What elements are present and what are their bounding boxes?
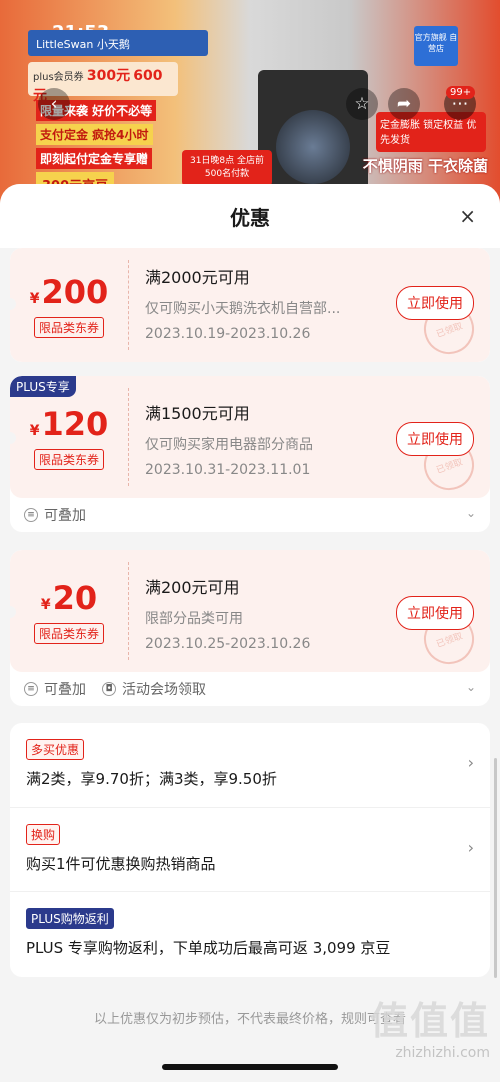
favorite-button[interactable]: ☆ — [346, 88, 378, 120]
coupon-amount: ¥200 — [30, 273, 109, 311]
stack-icon: ≡ — [24, 508, 38, 522]
use-now-button[interactable]: 立即使用 — [396, 596, 474, 630]
coupon-scope: 仅可购买小天鹅洗衣机自营部... — [145, 301, 341, 317]
promo-line-2: 支付定金 疯抢4小时 — [36, 124, 153, 145]
use-now-button[interactable]: 立即使用 — [396, 286, 474, 320]
event-badge: 31日晚8点 全店前500名付款 — [182, 150, 272, 186]
coupon-footer[interactable]: ≡ 可叠加 ⌄ — [10, 498, 490, 532]
offers-sheet: 优惠 × ¥200 限品类东券 满2000元可用 仅可购买小天鹅洗衣机自营部..… — [0, 184, 500, 1082]
promotion-tag: 多买优惠 — [26, 739, 85, 760]
promotion-item: PLUS购物返利 PLUS 专享购物返利，下单成功后最高可返 3,099 京豆 — [10, 891, 490, 975]
coupon-card: ¥200 限品类东券 满2000元可用 仅可购买小天鹅洗衣机自营部... 202… — [10, 248, 490, 362]
coupon-amount-value: 200 — [41, 272, 109, 311]
promo-line-3: 即刻起付定金专享赠 — [36, 148, 153, 169]
coupon-scope: 限部分品类可用 — [145, 611, 243, 627]
promotion-item[interactable]: 多买优惠 满2类，享9.70折；满3类，享9.50折 › — [10, 723, 490, 807]
chevron-left-icon: ‹ — [50, 94, 58, 114]
watermark-site: zhizhizhi.com — [395, 1045, 490, 1061]
stackable-tag: ≡ 可叠加 — [24, 679, 86, 699]
coupon-amount: ¥20 — [41, 579, 97, 617]
coupon-amount-value: 120 — [41, 404, 109, 443]
yen-symbol: ¥ — [40, 596, 51, 613]
deposit-badge: 定金膨胀 锁定权益 优先发货 — [376, 112, 486, 152]
coupon-amount: ¥120 — [30, 405, 109, 443]
star-icon: ☆ — [354, 94, 370, 114]
promotion-text: PLUS 专享购物返利，下单成功后最高可返 3,099 京豆 — [26, 939, 391, 957]
venue-icon: ◘ — [102, 682, 116, 696]
share-icon: ➦ — [396, 94, 412, 114]
sheet-title: 优惠 — [230, 206, 270, 230]
plus-panel-label: plus会员券 — [33, 72, 84, 83]
promotion-text: 满2类，享9.70折；满3类，享9.50折 — [26, 770, 277, 788]
coupon-card: ¥20 限品类东券 满200元可用 限部分品类可用 2023.10.25-202… — [10, 550, 490, 706]
brand-banner: LittleSwan 小天鹅 — [28, 30, 208, 56]
back-button[interactable]: ‹ — [38, 88, 70, 120]
plus-panel-v1: 300元 — [86, 68, 131, 84]
chevron-down-icon[interactable]: ⌄ — [466, 506, 476, 520]
coupon-amount-area: ¥200 限品类东券 — [10, 248, 128, 362]
promotion-item[interactable]: 换购 购买1件可优惠换购热销商品 › — [10, 807, 490, 891]
promotion-text: 购买1件可优惠换购热销商品 — [26, 855, 216, 873]
promotion-tag: 换购 — [26, 824, 61, 845]
stackable-tag: ≡ 可叠加 — [24, 505, 86, 525]
site-watermark: 值值值 zhizhizhi.com — [350, 990, 490, 1070]
coupon-body: PLUS专享 ¥120 限品类东券 满1500元可用 仅可购买家用电器部分商品 … — [10, 376, 490, 498]
coupon-amount-value: 20 — [52, 578, 98, 617]
plus-rebate-tag: PLUS购物返利 — [26, 908, 114, 929]
use-now-button[interactable]: 立即使用 — [396, 422, 474, 456]
plus-exclusive-badge: PLUS专享 — [10, 376, 76, 397]
coupon-body: ¥20 限品类东券 满200元可用 限部分品类可用 2023.10.25-202… — [10, 550, 490, 672]
home-indicator[interactable] — [162, 1064, 338, 1070]
chevron-down-icon[interactable]: ⌄ — [466, 680, 476, 694]
promotions-list: 多买优惠 满2类，享9.70折；满3类，享9.50折 › 换购 购买1件可优惠换… — [10, 723, 490, 977]
coupon-condition: 满1500元可用 — [145, 404, 250, 423]
chevron-right-icon: › — [467, 753, 474, 772]
coupon-card: PLUS专享 ¥120 限品类东券 满1500元可用 仅可购买家用电器部分商品 … — [10, 376, 490, 532]
coupon-amount-area: ¥20 限品类东券 — [10, 550, 128, 672]
share-button[interactable]: ➦ — [388, 88, 420, 120]
yen-symbol: ¥ — [29, 290, 40, 307]
coupon-limit-tag: 限品类东券 — [33, 622, 104, 644]
coupon-condition: 满200元可用 — [145, 578, 240, 597]
official-store-badge: 官方旗舰 自营店 — [414, 26, 458, 66]
product-slogan: 不惧阴雨 干衣除菌 — [362, 157, 488, 175]
coupon-footer[interactable]: ≡ 可叠加 ◘ 活动会场领取 ⌄ — [10, 672, 490, 706]
watermark-logo: 值值值 — [369, 999, 490, 1043]
stackable-label: 可叠加 — [44, 508, 86, 524]
coupon-limit-tag: 限品类东券 — [33, 316, 104, 338]
coupon-condition: 满2000元可用 — [145, 268, 250, 287]
yen-symbol: ¥ — [29, 422, 40, 439]
event-venue-label: 活动会场领取 — [122, 682, 206, 698]
chevron-right-icon: › — [467, 838, 474, 857]
coupon-limit-tag: 限品类东券 — [33, 448, 104, 470]
message-count-badge: 99+ — [446, 86, 476, 99]
stack-icon: ≡ — [24, 682, 38, 696]
scrollbar[interactable] — [494, 758, 497, 978]
stackable-label: 可叠加 — [44, 682, 86, 698]
event-venue-tag: ◘ 活动会场领取 — [102, 679, 206, 699]
sheet-header: 优惠 × — [0, 184, 500, 248]
close-icon[interactable]: × — [459, 204, 476, 228]
coupon-scope: 仅可购买家用电器部分商品 — [145, 437, 313, 453]
coupon-body: ¥200 限品类东券 满2000元可用 仅可购买小天鹅洗衣机自营部... 202… — [10, 248, 490, 362]
